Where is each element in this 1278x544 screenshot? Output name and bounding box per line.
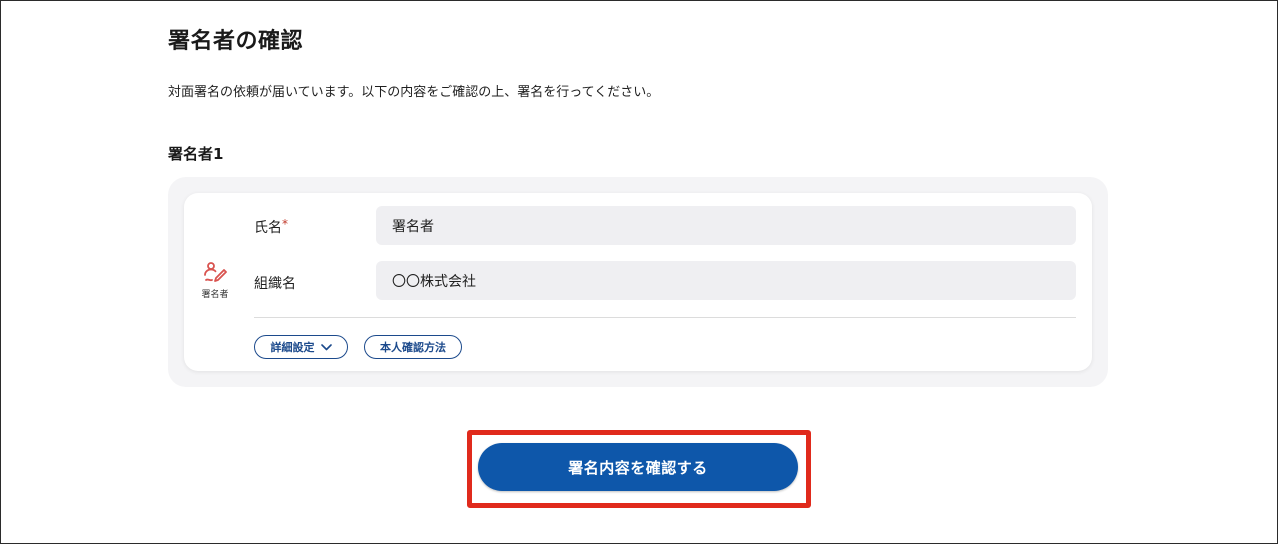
signer-role: 署名者 (196, 261, 234, 300)
divider (254, 317, 1076, 318)
confirm-signature-button[interactable]: 署名内容を確認する (478, 443, 798, 491)
name-label-text: 氏名 (254, 220, 282, 236)
intro-text: 対面署名の依頼が届いています。以下の内容をご確認の上、署名を行ってください。 (168, 85, 660, 100)
name-field-value: 署名者 (392, 218, 434, 235)
name-field-label: 氏名* (254, 217, 288, 237)
signer-form: 署名者 氏名* 署名者 組織名 〇〇株式会社 詳細設定 本人確認方法 (184, 193, 1092, 371)
details-settings-button[interactable]: 詳細設定 (254, 335, 348, 359)
required-mark: * (282, 217, 288, 231)
signer-role-label: 署名者 (201, 290, 229, 300)
signer-card: 署名者 氏名* 署名者 組織名 〇〇株式会社 詳細設定 本人確認方法 (168, 177, 1108, 387)
signer-section-title: 署名者1 (168, 145, 224, 163)
organization-field-value: 〇〇株式会社 (392, 273, 476, 290)
identity-verification-label: 本人確認方法 (380, 341, 446, 354)
organization-field-label: 組織名 (254, 273, 296, 293)
signer-icon (204, 262, 227, 282)
page-title: 署名者の確認 (168, 29, 304, 54)
page-frame: 署名者の確認 対面署名の依頼が届いています。以下の内容をご確認の上、署名を行って… (0, 0, 1278, 544)
chevron-down-icon (320, 343, 332, 350)
organization-field[interactable]: 〇〇株式会社 (376, 261, 1076, 300)
identity-verification-button[interactable]: 本人確認方法 (364, 335, 462, 359)
organization-label-text: 組織名 (254, 276, 296, 292)
confirm-signature-label: 署名内容を確認する (568, 458, 708, 477)
name-field[interactable]: 署名者 (376, 206, 1076, 245)
details-settings-label: 詳細設定 (270, 341, 315, 354)
